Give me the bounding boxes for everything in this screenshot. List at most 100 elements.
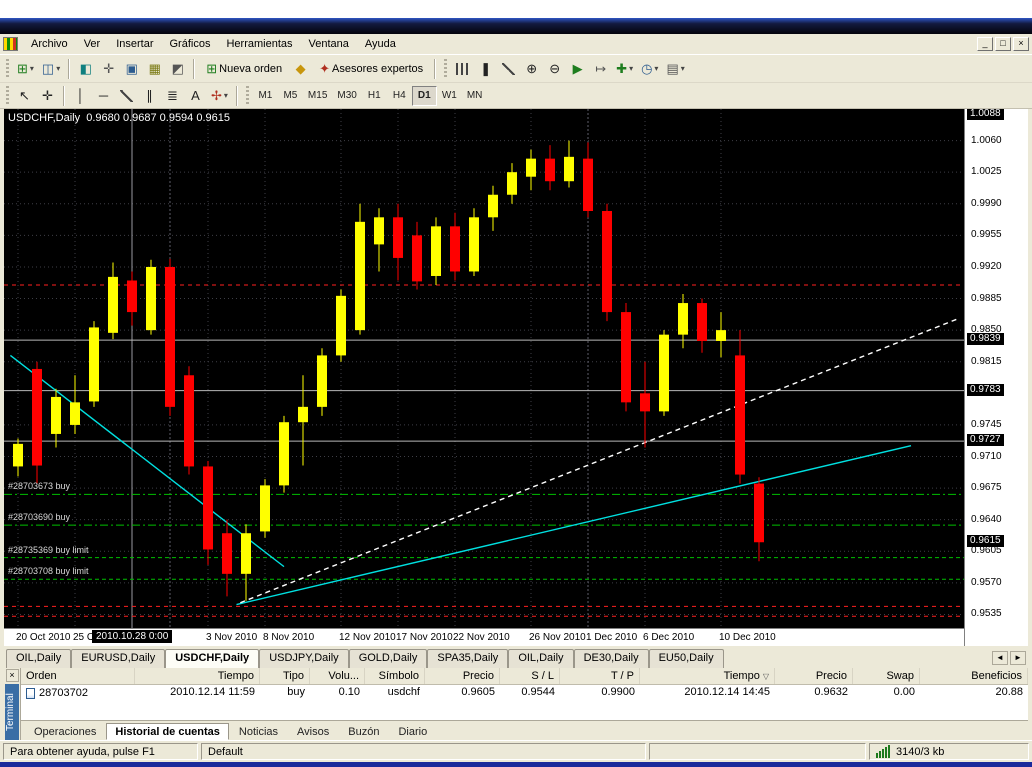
timeframe-m30[interactable]: M30 bbox=[332, 86, 361, 106]
date-tick-label: 22 Nov 2010 bbox=[453, 632, 510, 643]
trendline-button[interactable] bbox=[115, 85, 138, 107]
chart-shift-button[interactable]: ↦ bbox=[589, 58, 612, 80]
horizontal-line-button[interactable]: ─ bbox=[92, 85, 115, 107]
arrows-tool-button[interactable]: ✢▾ bbox=[207, 85, 232, 107]
channel-button[interactable]: ∥ bbox=[138, 85, 161, 107]
toolbar-grip[interactable] bbox=[246, 86, 249, 106]
menu-archivo[interactable]: Archivo bbox=[23, 35, 76, 53]
connection-traffic-text: 3140/3 kb bbox=[896, 746, 944, 758]
column-header-8[interactable]: Tiempo▽ bbox=[640, 668, 775, 684]
templates-button[interactable]: ▤▾ bbox=[662, 58, 688, 80]
terminal-tab-diario[interactable]: Diario bbox=[389, 723, 436, 740]
timeframe-mn[interactable]: MN bbox=[462, 86, 488, 106]
status-profile-name[interactable]: Default bbox=[201, 743, 646, 760]
crosshair-button[interactable]: ✛ bbox=[36, 85, 59, 107]
chart-tab-oil-6[interactable]: OIL,Daily bbox=[508, 649, 573, 668]
chevron-down-icon: ▾ bbox=[629, 64, 633, 73]
scroll-tabs-right-button[interactable]: ► bbox=[1010, 651, 1026, 665]
candle-body bbox=[697, 303, 707, 341]
candle-body bbox=[89, 327, 99, 401]
minimize-button[interactable]: _ bbox=[977, 37, 993, 51]
periods-button[interactable]: ◷▾ bbox=[637, 58, 662, 80]
chart-tab-eurusd-1[interactable]: EURUSD,Daily bbox=[71, 649, 165, 668]
column-header-6[interactable]: S / L bbox=[500, 668, 560, 684]
terminal-tab-noticias[interactable]: Noticias bbox=[230, 723, 287, 740]
close-button[interactable]: × bbox=[1013, 37, 1029, 51]
timeframe-d1[interactable]: D1 bbox=[412, 86, 437, 106]
timeframe-m15[interactable]: M15 bbox=[303, 86, 332, 106]
toolbar-grip[interactable] bbox=[444, 59, 447, 79]
chart-tab-spa35-5[interactable]: SPA35,Daily bbox=[427, 649, 508, 668]
chart-tab-usdchf-2[interactable]: USDCHF,Daily bbox=[165, 649, 259, 668]
menu-insertar[interactable]: Insertar bbox=[108, 35, 161, 53]
terminal-close-button[interactable]: × bbox=[6, 669, 19, 682]
terminal-tab-operaciones[interactable]: Operaciones bbox=[25, 723, 105, 740]
sort-descending-icon: ▽ bbox=[763, 672, 769, 681]
zoom-in-button[interactable]: ⊕ bbox=[520, 58, 543, 80]
chart-tab-eu50-8[interactable]: EU50,Daily bbox=[649, 649, 724, 668]
fibonacci-button[interactable]: ≣ bbox=[161, 85, 184, 107]
zoom-out-button[interactable]: ⊖ bbox=[543, 58, 566, 80]
profiles-button[interactable]: ◫▾ bbox=[38, 58, 64, 80]
terminal-tab-buzón[interactable]: Buzón bbox=[339, 723, 388, 740]
new-chart-icon: ⊞ bbox=[17, 62, 28, 75]
date-axis[interactable]: 2010.10.28 0:00 20 Oct 201025 Oct 20103 … bbox=[4, 628, 964, 646]
dashed-trendline[interactable] bbox=[240, 319, 956, 602]
chart-tab-gold-4[interactable]: GOLD,Daily bbox=[349, 649, 428, 668]
asesores-expertos-button[interactable]: ✦Asesores expertos bbox=[312, 58, 430, 80]
column-header-3[interactable]: Volu... bbox=[310, 668, 365, 684]
text-tool-button[interactable]: A bbox=[184, 85, 207, 107]
column-header-1[interactable]: Tiempo bbox=[135, 668, 260, 684]
terminal-panel-button[interactable]: ▦ bbox=[143, 58, 166, 80]
vertical-line-button[interactable]: │ bbox=[69, 85, 92, 107]
column-header-4[interactable]: Símbolo bbox=[365, 668, 425, 684]
terminal-tab-avisos[interactable]: Avisos bbox=[288, 723, 338, 740]
toolbar-grip[interactable] bbox=[6, 86, 9, 106]
menu-ver[interactable]: Ver bbox=[76, 35, 109, 53]
column-header-5[interactable]: Precio bbox=[425, 668, 500, 684]
arrows-tool-icon: ✢ bbox=[211, 89, 222, 102]
date-tick-label: 12 Nov 2010 bbox=[339, 632, 396, 643]
table-row[interactable]: 287037022010.12.14 11:59buy0.10usdchf0.9… bbox=[21, 685, 1028, 701]
new-chart-button[interactable]: ⊞▾ bbox=[13, 58, 38, 80]
nueva-orden-button[interactable]: ⊞Nueva orden bbox=[199, 58, 289, 80]
timeframe-m1[interactable]: M1 bbox=[253, 86, 278, 106]
market-watch-button[interactable]: ◧ bbox=[74, 58, 97, 80]
column-header-9[interactable]: Precio bbox=[775, 668, 853, 684]
candlestick-chart-button[interactable]: ❚ bbox=[474, 58, 497, 80]
chart-tab-oil-0[interactable]: OIL,Daily bbox=[6, 649, 71, 668]
menu-gráficos[interactable]: Gráficos bbox=[162, 35, 219, 53]
column-header-11[interactable]: Beneficios bbox=[920, 668, 1028, 684]
column-header-0[interactable]: Orden bbox=[21, 668, 135, 684]
column-header-2[interactable]: Tipo bbox=[260, 668, 310, 684]
status-spacer bbox=[649, 743, 866, 760]
chart-tab-de30-7[interactable]: DE30,Daily bbox=[574, 649, 649, 668]
price-scale[interactable]: 1.00601.00250.99900.99550.99200.98850.98… bbox=[964, 109, 1028, 646]
column-header-10[interactable]: Swap bbox=[853, 668, 920, 684]
navigator-button[interactable]: ✛ bbox=[97, 58, 120, 80]
price-tick-label: 0.9535 bbox=[971, 608, 1002, 619]
terminal-tab-historial-de-cuentas[interactable]: Historial de cuentas bbox=[106, 723, 229, 740]
line-chart-button[interactable] bbox=[497, 58, 520, 80]
menu-ventana[interactable]: Ventana bbox=[301, 35, 357, 53]
toolbar-grip[interactable] bbox=[6, 59, 9, 79]
data-window-button[interactable]: ▣ bbox=[120, 58, 143, 80]
chart-plot-area[interactable]: USDCHF,Daily 0.9680 0.9687 0.9594 0.9615… bbox=[4, 109, 964, 628]
metaeditor-button[interactable]: ◆ bbox=[289, 58, 312, 80]
timeframe-w1[interactable]: W1 bbox=[437, 86, 462, 106]
strategy-tester-button[interactable]: ◩ bbox=[166, 58, 189, 80]
scroll-tabs-left-button[interactable]: ◄ bbox=[992, 651, 1008, 665]
restore-button[interactable]: □ bbox=[995, 37, 1011, 51]
timeframe-h4[interactable]: H4 bbox=[387, 86, 412, 106]
timeframe-m5[interactable]: M5 bbox=[278, 86, 303, 106]
column-header-7[interactable]: T / P bbox=[560, 668, 640, 684]
indicators-button[interactable]: ✚▾ bbox=[612, 58, 637, 80]
timeframe-h1[interactable]: H1 bbox=[362, 86, 387, 106]
price-tick-label: 0.9990 bbox=[971, 198, 1002, 209]
menu-herramientas[interactable]: Herramientas bbox=[218, 35, 300, 53]
bar-chart-button[interactable] bbox=[451, 58, 474, 80]
chart-tab-usdjpy-3[interactable]: USDJPY,Daily bbox=[259, 649, 349, 668]
auto-scroll-button[interactable]: ▶ bbox=[566, 58, 589, 80]
cursor-button[interactable]: ↖ bbox=[13, 85, 36, 107]
menu-ayuda[interactable]: Ayuda bbox=[357, 35, 404, 53]
